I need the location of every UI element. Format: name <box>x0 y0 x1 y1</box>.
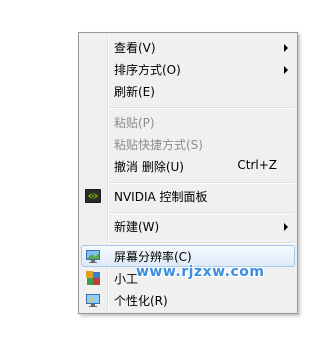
menu-item-new[interactable]: 新建(W) <box>81 215 295 237</box>
menu-item-new-label: 新建(W) <box>114 220 160 234</box>
undo-shortcut-text: Ctrl+Z <box>237 158 277 172</box>
menu-item-sort-by[interactable]: 排序方式(O) <box>81 58 295 80</box>
menu-item-personalize-label: 个性化(R) <box>114 294 168 308</box>
menu-item-paste-label: 粘贴(P) <box>114 116 155 130</box>
nvidia-icon <box>85 188 101 204</box>
menu-item-undo-delete-label: 撤消 删除(U) <box>114 160 184 174</box>
menu-item-refresh-label: 刷新(E) <box>114 85 155 99</box>
menu-item-paste: 粘贴(P) <box>81 111 295 133</box>
submenu-arrow-icon <box>284 44 288 52</box>
menu-item-personalize[interactable]: 个性化(R) <box>81 289 295 311</box>
menu-item-view[interactable]: 查看(V) <box>81 36 295 58</box>
submenu-arrow-icon <box>284 66 288 74</box>
gadgets-icon <box>85 270 101 286</box>
menu-separator <box>109 242 295 244</box>
menu-item-gadgets-label: 小工 <box>114 272 139 286</box>
menu-item-nvidia-control-panel[interactable]: NVIDIA 控制面板 <box>81 185 295 207</box>
menu-item-paste-shortcut: 粘贴快捷方式(S) <box>81 133 295 155</box>
menu-item-nvidia-label: NVIDIA 控制面板 <box>114 190 208 204</box>
menu-item-sort-by-label: 排序方式(O) <box>114 63 181 77</box>
menu-item-undo-delete[interactable]: 撤消 删除(U) Ctrl+Z <box>81 155 295 177</box>
submenu-arrow-icon <box>284 223 288 231</box>
menu-separator <box>109 182 295 184</box>
watermark-text: www.rjzxw.com <box>136 264 265 280</box>
personalize-icon <box>85 292 101 308</box>
menu-item-paste-shortcut-label: 粘贴快捷方式(S) <box>114 138 203 152</box>
menu-item-refresh[interactable]: 刷新(E) <box>81 80 295 102</box>
menu-separator <box>109 212 295 214</box>
menu-item-view-label: 查看(V) <box>114 41 156 55</box>
menu-separator <box>109 107 295 109</box>
screen-resolution-icon <box>85 248 101 264</box>
menu-item-screen-resolution-label: 屏幕分辨率(C) <box>114 250 192 264</box>
